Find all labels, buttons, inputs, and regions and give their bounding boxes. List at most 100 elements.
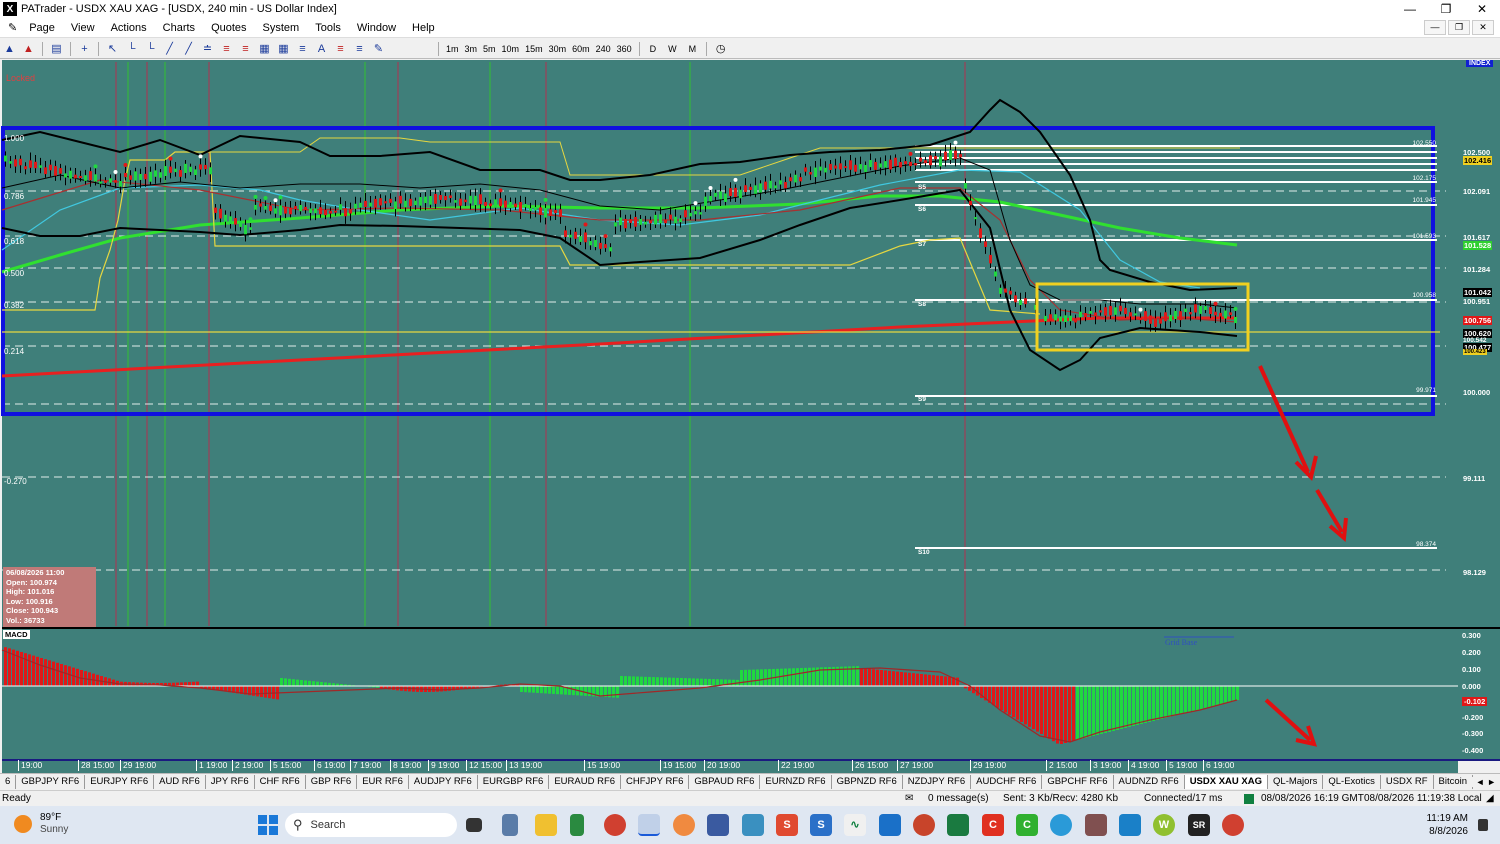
symbol-tab[interactable]: CHFJPY RF6 (621, 775, 690, 789)
app-c-red-icon[interactable]: C (982, 814, 1004, 836)
tab-scroll-left[interactable]: 6 (0, 775, 17, 789)
mail-icon[interactable]: ✉ (905, 793, 913, 804)
outlook-icon[interactable] (879, 814, 901, 836)
chrome-icon[interactable] (604, 814, 626, 836)
gann-icon[interactable]: ▦ (256, 41, 273, 57)
app-blue2-icon[interactable] (1119, 814, 1141, 836)
resize-grip-icon[interactable]: ◢ (1486, 793, 1494, 804)
tf-60m[interactable]: 60m (569, 44, 593, 54)
price-chart[interactable] (0, 60, 1500, 773)
app-s-blue-icon[interactable]: S (810, 814, 832, 836)
page-icon[interactable]: ✎ (0, 21, 21, 34)
file-explorer-icon[interactable] (535, 814, 557, 836)
notification-icon[interactable] (1478, 819, 1488, 831)
symbol-tab[interactable]: EURNZD RF6 (760, 775, 832, 789)
stock-app-icon[interactable]: ∿ (844, 814, 866, 836)
patrader-taskbar-icon[interactable] (638, 814, 660, 836)
telegram-icon[interactable] (1050, 814, 1072, 836)
symbol-tab[interactable]: GBPNZD RF6 (832, 775, 903, 789)
symbol-tab[interactable]: EURJPY RF6 (85, 775, 155, 789)
photos-icon[interactable] (742, 814, 764, 836)
symbol-tab[interactable]: AUDCHF RF6 (971, 775, 1043, 789)
connect-icon[interactable]: ▲ (1, 41, 18, 57)
app-sr-icon[interactable]: SR (1188, 814, 1210, 836)
task-view-icon[interactable] (466, 818, 482, 832)
tf-15m[interactable]: 15m (522, 44, 546, 54)
symbol-tab[interactable]: AUDNZD RF6 (1114, 775, 1185, 789)
calculator-icon[interactable] (502, 814, 518, 836)
macd-panel[interactable] (2, 629, 1458, 760)
app-c-green-icon[interactable]: C (1016, 814, 1038, 836)
tf-3m[interactable]: 3m (462, 44, 481, 54)
tf-240[interactable]: 240 (593, 44, 614, 54)
symbol-tab[interactable]: EURGBP RF6 (478, 775, 550, 789)
line-tool-icon[interactable]: └ (123, 41, 140, 57)
symbol-tab[interactable]: EUR RF6 (357, 775, 409, 789)
tf-30m[interactable]: 30m (546, 44, 570, 54)
tf-360[interactable]: 360 (614, 44, 635, 54)
tf-d[interactable]: D (644, 44, 663, 54)
app-orange-icon[interactable] (673, 814, 695, 836)
menu-charts[interactable]: Charts (155, 22, 203, 34)
mdi-close-button[interactable]: ✕ (1472, 20, 1494, 35)
windows-start-icon[interactable] (257, 814, 279, 836)
symbol-tab[interactable]: GBPAUD RF6 (689, 775, 761, 789)
menu-quotes[interactable]: Quotes (203, 22, 254, 34)
notes-icon[interactable] (707, 814, 729, 836)
symbol-tab[interactable]: QL-Majors (1268, 775, 1324, 789)
menu-tools[interactable]: Tools (307, 22, 349, 34)
powerpoint-icon[interactable] (913, 814, 935, 836)
mdi-minimize-button[interactable]: — (1424, 20, 1446, 35)
disconnect-icon[interactable]: ▲ (20, 41, 37, 57)
symbol-tab[interactable]: AUDJPY RF6 (409, 775, 478, 789)
fan-icon[interactable]: ≐ (199, 41, 216, 57)
close-button[interactable]: ✕ (1464, 0, 1500, 18)
menu-page[interactable]: Page (21, 22, 63, 34)
symbol-tab[interactable]: GBP RF6 (306, 775, 358, 789)
app-s-red-icon[interactable]: S (776, 814, 798, 836)
app-grey-icon[interactable] (1085, 814, 1107, 836)
menu-help[interactable]: Help (404, 22, 443, 34)
menu-window[interactable]: Window (349, 22, 404, 34)
tf-10m[interactable]: 10m (499, 44, 523, 54)
excel-icon[interactable] (947, 814, 969, 836)
maximize-button[interactable]: ❐ (1428, 0, 1464, 18)
fib-retrace-icon[interactable]: ≡ (218, 41, 235, 57)
symbol-tab[interactable]: AUD RF6 (154, 775, 206, 789)
taskbar-search[interactable]: ⚲ Search (285, 813, 457, 837)
crosshair-icon[interactable]: + (76, 41, 93, 57)
clock-icon[interactable]: ◷ (712, 41, 729, 57)
app-w-icon[interactable]: W (1153, 814, 1175, 836)
minimize-button[interactable]: — (1392, 0, 1428, 18)
new-chart-icon[interactable]: ▤ (48, 41, 65, 57)
symbol-tab[interactable]: Bitcoin (1434, 775, 1474, 789)
channel-icon[interactable]: ╱ (180, 41, 197, 57)
text-tool-icon[interactable]: A (313, 41, 330, 57)
system-clock[interactable]: 11:19 AM 8/8/2026 (1426, 812, 1468, 838)
weather-widget[interactable]: 89°F Sunny (14, 812, 68, 836)
menu-system[interactable]: System (255, 22, 308, 34)
chrome2-icon[interactable] (1222, 814, 1244, 836)
menu-view[interactable]: View (63, 22, 103, 34)
mdi-restore-button[interactable]: ❐ (1448, 20, 1470, 35)
symbol-tab[interactable]: USDX XAU XAG (1184, 775, 1269, 789)
pointer-icon[interactable]: ↖ (104, 41, 121, 57)
tf-w[interactable]: W (662, 44, 683, 54)
symbol-tab[interactable]: GBPCHF RF6 (1042, 775, 1114, 789)
menu-actions[interactable]: Actions (103, 22, 155, 34)
chart-window[interactable]: Locked INDEX 1.000 0.786 0.618 0.500 0.3… (0, 60, 1500, 773)
grid-base-icon[interactable]: ≡ (351, 41, 368, 57)
symbol-tab[interactable]: JPY RF6 (206, 775, 255, 789)
grid-tool-icon[interactable]: ≡ (332, 41, 349, 57)
tf-5m[interactable]: 5m (480, 44, 499, 54)
symbol-tab[interactable]: GBPJPY RF6 (16, 775, 86, 789)
draw-pen-icon[interactable]: ✎ (370, 41, 387, 57)
symbol-tab[interactable]: QL-Exotics (1323, 775, 1381, 789)
tf-1m[interactable]: 1m (443, 44, 462, 54)
trendline-icon[interactable]: ╱ (161, 41, 178, 57)
app-green-icon[interactable] (570, 814, 584, 836)
symbol-tab[interactable]: USDX RF (1381, 775, 1434, 789)
symbol-tab[interactable]: CHF RF6 (255, 775, 306, 789)
tab-nav-arrows[interactable]: ◄ ► (1471, 777, 1496, 787)
tf-m[interactable]: M (683, 44, 703, 54)
